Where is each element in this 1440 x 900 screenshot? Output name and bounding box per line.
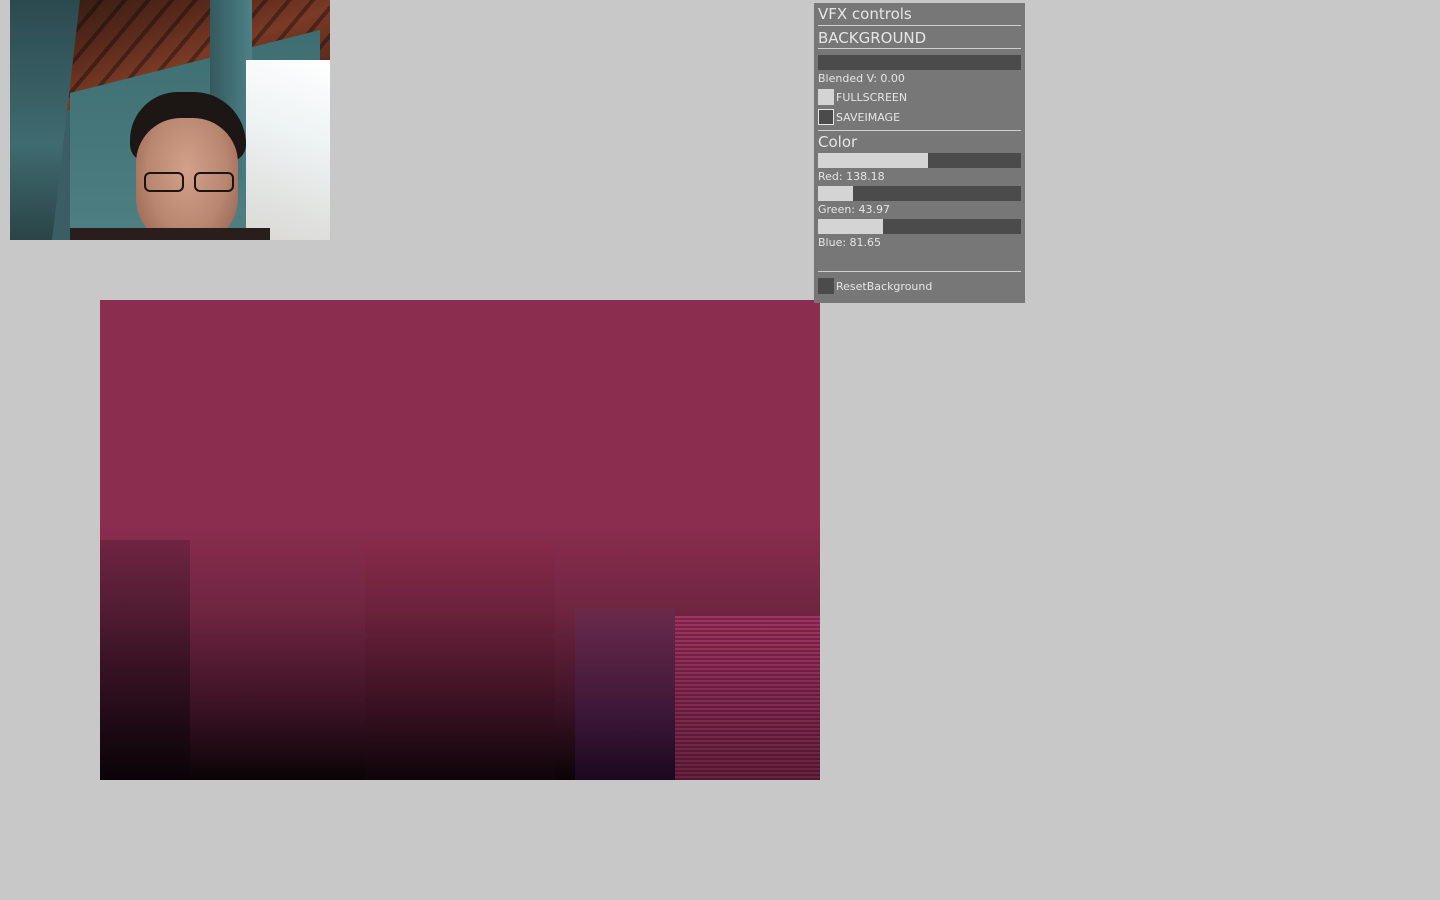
background-section-header: BACKGROUND xyxy=(818,26,1021,49)
red-slider-fill xyxy=(818,153,928,168)
saveimage-checkbox[interactable] xyxy=(818,109,834,125)
webcam-preview xyxy=(10,0,330,240)
blended-slider-label: Blended V: 0.00 xyxy=(818,72,905,85)
webcam-window-light xyxy=(246,60,330,240)
vfx-output-frame xyxy=(100,300,820,780)
webcam-wall-left xyxy=(10,0,80,240)
reset-background-box[interactable] xyxy=(818,278,834,294)
saveimage-toggle[interactable]: SAVEIMAGE xyxy=(818,107,1021,127)
output-dark-block xyxy=(575,608,675,780)
green-slider[interactable] xyxy=(818,186,1021,201)
blue-slider-fill xyxy=(818,219,883,234)
panel-title: VFX controls xyxy=(818,3,1021,26)
blue-slider[interactable] xyxy=(818,219,1021,234)
red-slider-label: Red: 138.18 xyxy=(818,170,885,183)
reset-background-button[interactable]: ResetBackground xyxy=(818,276,1021,296)
vfx-controls-panel: VFX controls BACKGROUND Blended V: 0.00 … xyxy=(814,3,1025,303)
panel-divider xyxy=(818,271,1021,272)
saveimage-label: SAVEIMAGE xyxy=(836,110,901,124)
reset-background-label: ResetBackground xyxy=(836,279,933,293)
blended-slider[interactable] xyxy=(818,55,1021,70)
output-scanline-block xyxy=(675,616,820,780)
color-section-header: Color xyxy=(818,133,858,151)
blue-slider-label: Blue: 81.65 xyxy=(818,236,882,249)
red-slider[interactable] xyxy=(818,153,1021,168)
webcam-person-glasses xyxy=(142,170,236,192)
output-shadow-band xyxy=(100,540,190,780)
output-figure-band xyxy=(365,540,555,780)
green-slider-label: Green: 43.97 xyxy=(818,203,891,216)
fullscreen-toggle[interactable]: FULLSCREEN xyxy=(818,87,1021,107)
fullscreen-checkbox[interactable] xyxy=(818,89,834,105)
fullscreen-label: FULLSCREEN xyxy=(836,90,908,104)
webcam-person-shirt xyxy=(70,228,270,240)
green-slider-fill xyxy=(818,186,853,201)
